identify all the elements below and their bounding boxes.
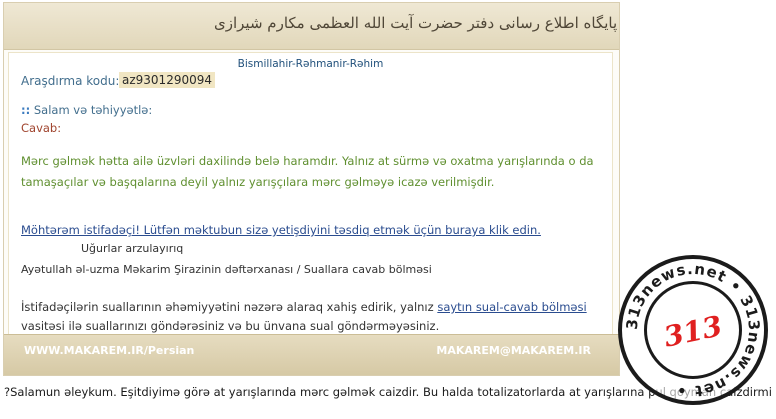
notice-text: İstifadəçilərin suallarının əhəmiyyətini…: [21, 298, 601, 336]
bismillah-text: Bismillahir-Rəhmanir-Rəhim: [237, 58, 384, 70]
footer-bar: WWW.MAKAREM.IR/Persian MAKAREM@MAKAREM.I…: [4, 334, 619, 375]
answer-label: Cavab:: [21, 121, 62, 135]
qa-section-link[interactable]: saytın sual-cavab bölməsi: [437, 300, 586, 314]
greeting-line: :: Salam və təhiyyətlə:: [21, 103, 152, 117]
office-signature: Ayətullah əl-uzma Məkarim Şirazinin dəft…: [21, 263, 432, 276]
wishes-text: Uğurlar arzulayırıq: [81, 242, 184, 255]
letter-card: پایگاه اطلاع رسانی دفتر حضرت آیت الله ال…: [3, 2, 620, 376]
header-banner: پایگاه اطلاع رسانی دفتر حضرت آیت الله ال…: [4, 3, 619, 50]
greeting-text: Salam və təhiyyətlə:: [33, 103, 153, 117]
stamp-inner-ring: 313: [644, 281, 742, 379]
confirm-receipt-link[interactable]: Möhtərəm istifadəçi! Lütfən məktubun siz…: [21, 223, 541, 237]
notice-after: vasitəsi ilə suallarınızı göndərəsiniz v…: [21, 319, 440, 333]
watermark-stamp: 313news.net • 313news.net • 313: [618, 255, 768, 405]
letter-content: Bismillahir-Rəhmanir-Rəhim Araşdırma kod…: [8, 52, 613, 335]
greeting-marker: ::: [21, 103, 31, 117]
website-link[interactable]: WWW.MAKAREM.IR/Persian: [24, 344, 194, 357]
reference-label: Araşdırma kodu:: [21, 74, 120, 88]
answer-text: Mərc gəlmək hətta ailə üzvləri daxilində…: [21, 154, 594, 189]
stamp-number: 313: [660, 309, 726, 354]
email-link[interactable]: MAKAREM@MAKAREM.IR: [436, 344, 591, 357]
reference-code: az9301290094: [119, 72, 215, 88]
notice-before: İstifadəçilərin suallarının əhəmiyyətini…: [21, 300, 438, 314]
banner-calligraphy: پایگاه اطلاع رسانی دفتر حضرت آیت الله ال…: [214, 14, 618, 32]
